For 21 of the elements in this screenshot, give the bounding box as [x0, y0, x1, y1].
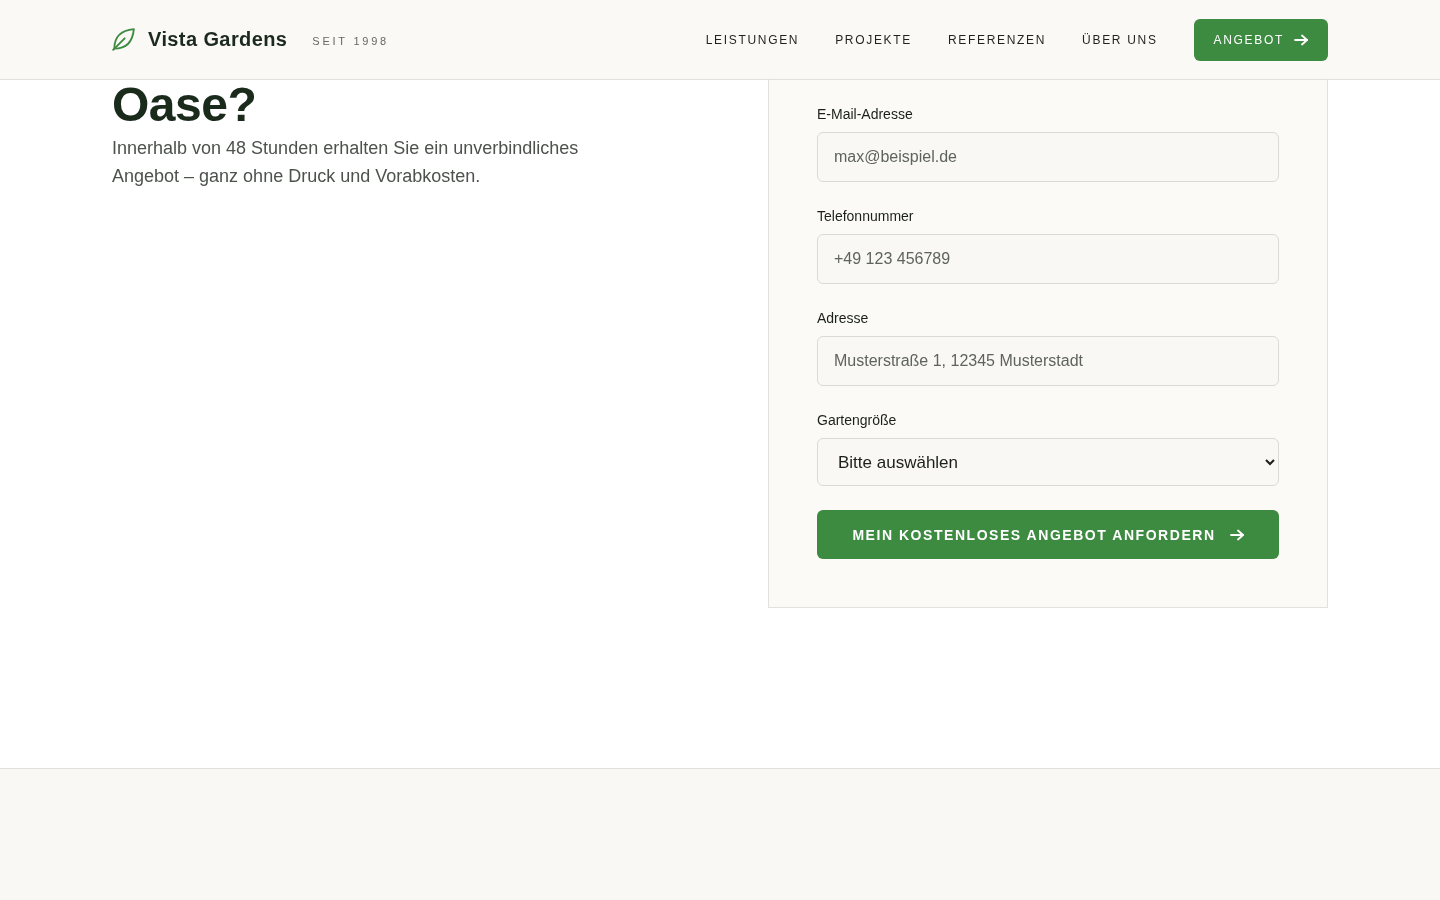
arrow-right-icon	[1229, 528, 1244, 541]
quote-button[interactable]: ANGEBOT	[1193, 18, 1328, 61]
nav-link[interactable]: ÜBER UNS	[1082, 32, 1158, 47]
email-field[interactable]: max@beispiel.de	[817, 132, 1279, 182]
nav-link[interactable]: LEISTUNGEN	[705, 32, 800, 47]
submit-button[interactable]: MEIN KOSTENLOSES ANGEBOT ANFORDERN	[817, 510, 1279, 559]
nav-link[interactable]: PROJEKTE	[835, 32, 912, 47]
nav-link[interactable]: REFERENZEN	[947, 32, 1047, 47]
intro-text: Innerhalb von 48 Stunden erhalten Sie ein unverbindliches Angebot – ganz ohne Druck und Vorabkosten.	[112, 137, 580, 188]
brand-name: Vista Gardens	[148, 28, 288, 51]
garden-size-select[interactable]: Bitte auswählen	[817, 438, 1279, 486]
field-label: E-Mail-Adresse	[817, 105, 913, 124]
field-label: Adresse	[817, 309, 869, 328]
arrow-right-icon	[1294, 33, 1308, 46]
page-heading: Oase?	[112, 82, 258, 128]
field-label: Gartengröße	[817, 411, 897, 430]
address-field[interactable]: Musterstraße 1, 12345 Musterstadt	[817, 336, 1279, 386]
leaf-icon	[112, 28, 135, 51]
field-label: Telefonnummer	[817, 207, 914, 226]
phone-field[interactable]: +49 123 456789	[817, 234, 1279, 284]
brand-tagline: SEIT 1998	[312, 33, 389, 47]
